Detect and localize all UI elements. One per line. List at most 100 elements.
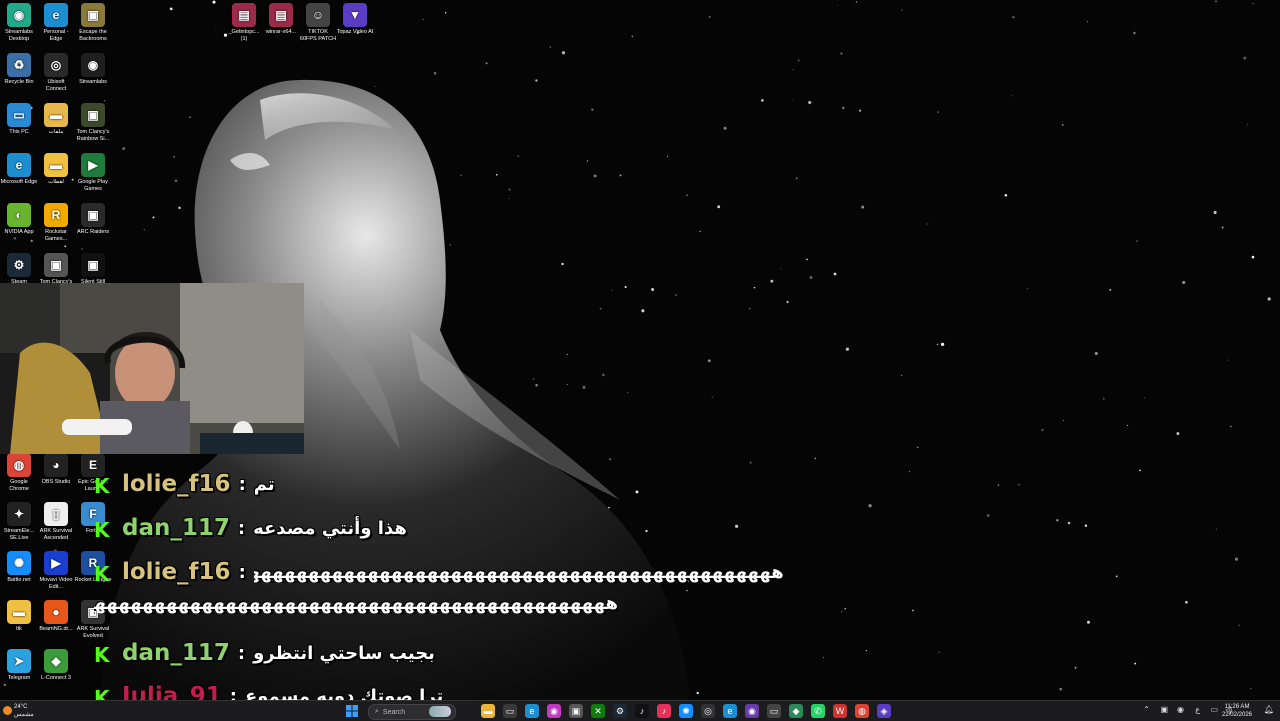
desktop-icon[interactable]: ▣ Tom Clancy's Rainbow Si...: [74, 103, 112, 143]
desktop-icon[interactable]: ▬ ملفات: [37, 103, 75, 136]
desktop-icon-label: Personal - Edge: [43, 29, 69, 42]
taskbar-whatsapp-icon[interactable]: ✆: [811, 704, 825, 718]
desktop-icon[interactable]: ◉ Streamlabs: [74, 53, 112, 86]
weather-icon[interactable]: [3, 706, 12, 715]
desktop-icon[interactable]: ◉ Streamlabs Desktop: [0, 3, 38, 43]
chat-message-text: هههههههههههههههههههههههههههههههههههههههه…: [254, 561, 784, 583]
tray-app-icon[interactable]: ▣: [1160, 705, 1168, 714]
desktop-icon[interactable]: ◎ Ubisoft Connect: [37, 53, 75, 93]
desktop-icon[interactable]: ▣ Escape the Backrooms: [74, 3, 112, 43]
desktop-icon-label: Topaz Video AI: [336, 29, 374, 35]
windows-icon: [346, 705, 358, 717]
desktop-icon-label: ملفات: [48, 129, 64, 135]
taskbar-chrome-icon[interactable]: ◍: [855, 704, 869, 718]
desktop-icon[interactable]: ▣ Tom Clancy's: [37, 253, 75, 286]
desktop-icon-label: Streamlabs Desktop: [5, 29, 33, 42]
taskbar-app-icon[interactable]: ◆: [789, 704, 803, 718]
chat-message-text: هذا وأنتي مصدعه: [253, 517, 407, 539]
chat-separator: :: [238, 473, 246, 495]
notifications-icon[interactable]: 🔔︎: [1264, 705, 1274, 714]
desktop-icon-label: Streamlabs: [79, 79, 107, 85]
taskbar-app-icon[interactable]: ◎: [701, 704, 715, 718]
desktop-icon[interactable]: ▶ Google Play Games: [74, 153, 112, 193]
desktop-icon-label: winrar-x64...: [265, 29, 297, 35]
taskbar-xbox-icon[interactable]: ✕: [591, 704, 605, 718]
game-icon: ▣: [81, 253, 105, 277]
desktop-icon[interactable]: ◐ NVIDIA App: [0, 203, 38, 236]
chat-username: dan_117: [122, 515, 230, 541]
folder-icon: ▬: [44, 103, 68, 127]
clock-date: 22/02/2026: [1221, 712, 1252, 718]
monitor-icon[interactable]: ▭: [1210, 705, 1218, 714]
kick-badge-icon: K: [94, 643, 110, 667]
taskbar-search[interactable]: ⌕ Search: [368, 704, 456, 720]
desktop-icon-label: لقطات: [48, 179, 64, 185]
desktop-icon-label: Recycle Bin: [4, 79, 34, 85]
chat-overlay: Klolie_f16: تم Kdan_117: هذا وأنتي مصدعه Klo…: [0, 466, 900, 710]
search-icon: ⌕: [375, 708, 379, 715]
taskbar-file-explorer-icon[interactable]: ▬: [481, 704, 495, 718]
taskbar-tiktok-icon[interactable]: ♪: [635, 704, 649, 718]
desktop-icon[interactable]: ▣ Silent Still: [74, 253, 112, 286]
edge-profile-icon: e: [44, 3, 68, 27]
desktop-icon-label: This PC: [9, 129, 29, 135]
chat-separator: :: [237, 642, 246, 664]
taskbar-app-icon[interactable]: ◉: [547, 704, 561, 718]
language-icon[interactable]: ع: [1195, 705, 1200, 714]
play-games-icon: ▶: [81, 153, 105, 177]
desktop-icon[interactable]: ♻ Recycle Bin: [0, 53, 38, 86]
desktop-icon[interactable]: R Rockstar Games...: [37, 203, 75, 243]
desktop-icon[interactable]: ▤ winrar-x64...: [262, 3, 300, 36]
ubisoft-icon: ◎: [44, 53, 68, 77]
desktop-icon[interactable]: ▤ _Getintopc... (1): [225, 3, 263, 43]
desktop-icon-label: Google Play Games: [78, 179, 108, 192]
taskbar-app-icon[interactable]: ◈: [877, 704, 891, 718]
taskbar-app-icon[interactable]: ◉: [745, 704, 759, 718]
game-icon: ▣: [44, 253, 68, 277]
winrar-icon: ▤: [232, 3, 256, 27]
desktop-icon[interactable]: ▼ Topaz Video AI: [336, 3, 374, 36]
chat-username: lolie_f16: [122, 559, 231, 585]
taskbar-app-icon[interactable]: W: [833, 704, 847, 718]
desktop-icon[interactable]: e Microsoft Edge: [0, 153, 38, 186]
weather-widget[interactable]: 24°C مشمس: [14, 703, 34, 719]
taskbar-edge-icon[interactable]: e: [525, 704, 539, 718]
taskbar-app-icon[interactable]: ▭: [503, 704, 517, 718]
search-placeholder: Search: [382, 708, 406, 716]
desktop-icon[interactable]: ⚙ Steam: [0, 253, 38, 286]
recycle-bin-icon: ♻: [7, 53, 31, 77]
app-icon: ☺: [306, 3, 330, 27]
desktop-icon[interactable]: ▬ لقطات: [37, 153, 75, 186]
edge-icon: e: [7, 153, 31, 177]
start-button[interactable]: [345, 704, 359, 718]
game-icon: ▣: [81, 103, 105, 127]
taskbar-battlenet-icon[interactable]: ✺: [679, 704, 693, 718]
taskbar-app-icon[interactable]: ▭: [767, 704, 781, 718]
topaz-icon: ▼: [343, 3, 367, 27]
desktop-icon[interactable]: e Personal - Edge: [37, 3, 75, 43]
taskbar-store-icon[interactable]: ▣: [569, 704, 583, 718]
desktop-icon[interactable]: ▭ This PC: [0, 103, 38, 136]
desktop-icon[interactable]: ☺ TIKTOK 60FPS PATCH: [299, 3, 337, 43]
desktop-icon-label: ARC Raiders: [76, 229, 110, 235]
chat-message: Kdan_117: بجيب ساحتي انتظرو: [94, 635, 435, 671]
chat-message-text: تم: [253, 473, 275, 495]
chat-message: Klolie_f16: تم: [94, 466, 275, 502]
desktop-icon[interactable]: ▣ ARC Raiders: [74, 203, 112, 236]
chat-message: Klolie_f16: ههههههههههههههههههههههههههههه…: [94, 554, 784, 590]
desktop-icon-label: Microsoft Edge: [0, 179, 38, 185]
chevron-up-icon[interactable]: ⌃: [1143, 705, 1150, 714]
taskbar-edge-icon[interactable]: e: [723, 704, 737, 718]
clock[interactable]: 11:26 AM 22/02/2026: [1222, 703, 1252, 719]
game-icon: ▣: [81, 3, 105, 27]
weather-desc: مشمس: [14, 712, 34, 718]
taskbar-tiktok-live-icon[interactable]: ♪: [657, 704, 671, 718]
desktop-icon-label: Escape the Backrooms: [79, 29, 107, 42]
chat-username: dan_117: [122, 640, 230, 666]
desktop-icon-label: _Getintopc... (1): [228, 29, 260, 42]
kick-badge-icon: K: [94, 474, 110, 498]
kick-badge-icon: K: [94, 562, 110, 586]
taskbar-steam-icon[interactable]: ⚙: [613, 704, 627, 718]
tray-app-icon[interactable]: ◉: [1177, 705, 1184, 714]
weather-temp: 24°C: [14, 704, 28, 710]
